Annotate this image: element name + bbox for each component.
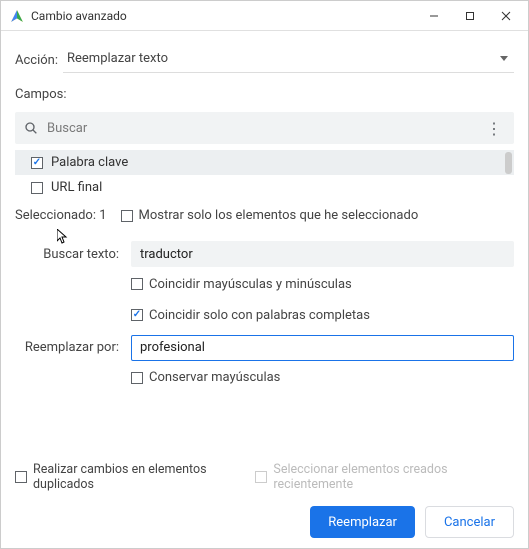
preserve-case-row: Conservar mayúsculas [131,369,514,388]
scrollbar-thumb[interactable] [505,152,512,174]
fields-label: Campos: [15,87,514,102]
list-item[interactable]: URL final [15,175,514,200]
app-logo-icon [9,8,25,24]
preserve-case-toggle[interactable]: Conservar mayúsculas [131,370,280,385]
search-row: ⋮ [15,112,514,144]
checkbox-icon[interactable] [31,157,43,169]
action-value: Reemplazar texto [67,51,168,66]
window-title: Cambio avanzado [31,9,416,23]
titlebar: Cambio avanzado [1,1,528,31]
list-item[interactable]: Palabra clave [15,150,514,175]
recent-items-toggle: Seleccionar elementos creados recienteme… [255,462,514,492]
dialog-window: Cambio avanzado Acción: Reemplazar texto… [0,0,529,549]
selection-row: Seleccionado: 1 Mostrar solo los element… [15,208,514,223]
button-row: Reemplazar Cancelar [15,506,514,538]
match-case-row: Coincidir mayúsculas y minúsculas [131,275,514,294]
action-label: Acción: [15,53,63,68]
find-input[interactable] [131,241,514,267]
more-options-icon[interactable]: ⋮ [482,119,506,138]
search-input[interactable] [39,121,482,136]
chevron-down-icon [500,56,508,61]
duplicate-items-label: Realizar cambios en elementos duplicados [33,462,255,492]
show-only-label: Mostrar solo los elementos que he selecc… [139,208,419,223]
find-label: Buscar texto: [15,247,131,262]
preserve-case-label: Conservar mayúsculas [149,370,280,385]
whole-word-label: Coincidir solo con palabras completas [149,308,370,323]
match-case-label: Coincidir mayúsculas y minúsculas [149,277,352,292]
checkbox-icon [255,471,267,483]
list-item-label: URL final [51,180,102,195]
cancel-button[interactable]: Cancelar [425,506,514,538]
duplicate-items-toggle[interactable]: Realizar cambios en elementos duplicados [15,462,255,492]
checkbox-icon[interactable] [31,182,43,194]
replace-button[interactable]: Reemplazar [310,506,415,538]
recent-items-label: Seleccionar elementos creados recienteme… [273,462,514,492]
checkbox-icon [131,372,143,384]
search-icon [23,120,39,136]
whole-word-row: Coincidir solo con palabras completas [131,302,514,323]
selected-count: Seleccionado: 1 [15,208,107,223]
find-row: Buscar texto: [15,241,514,267]
match-case-toggle[interactable]: Coincidir mayúsculas y minúsculas [131,277,352,292]
checkbox-icon [131,309,143,321]
maximize-button[interactable] [452,2,488,30]
checkbox-icon [131,278,143,290]
action-select[interactable]: Reemplazar texto [63,47,514,73]
action-row: Acción: Reemplazar texto [15,47,514,73]
checkbox-icon [15,471,27,483]
show-only-selected-toggle[interactable]: Mostrar solo los elementos que he selecc… [121,208,419,223]
replace-row: Reemplazar por: [15,335,514,361]
bottom-options: Realizar cambios en elementos duplicados… [15,462,514,492]
list-item-label: Palabra clave [51,155,128,170]
minimize-button[interactable] [416,2,452,30]
content-area: Acción: Reemplazar texto Campos: ⋮ Palab… [1,31,528,548]
field-list: Palabra clave URL final [15,150,514,200]
close-button[interactable] [488,2,524,30]
replace-input[interactable] [131,335,514,361]
whole-word-toggle[interactable]: Coincidir solo con palabras completas [131,308,370,323]
checkbox-icon [121,210,133,222]
replace-label: Reemplazar por: [15,340,131,355]
